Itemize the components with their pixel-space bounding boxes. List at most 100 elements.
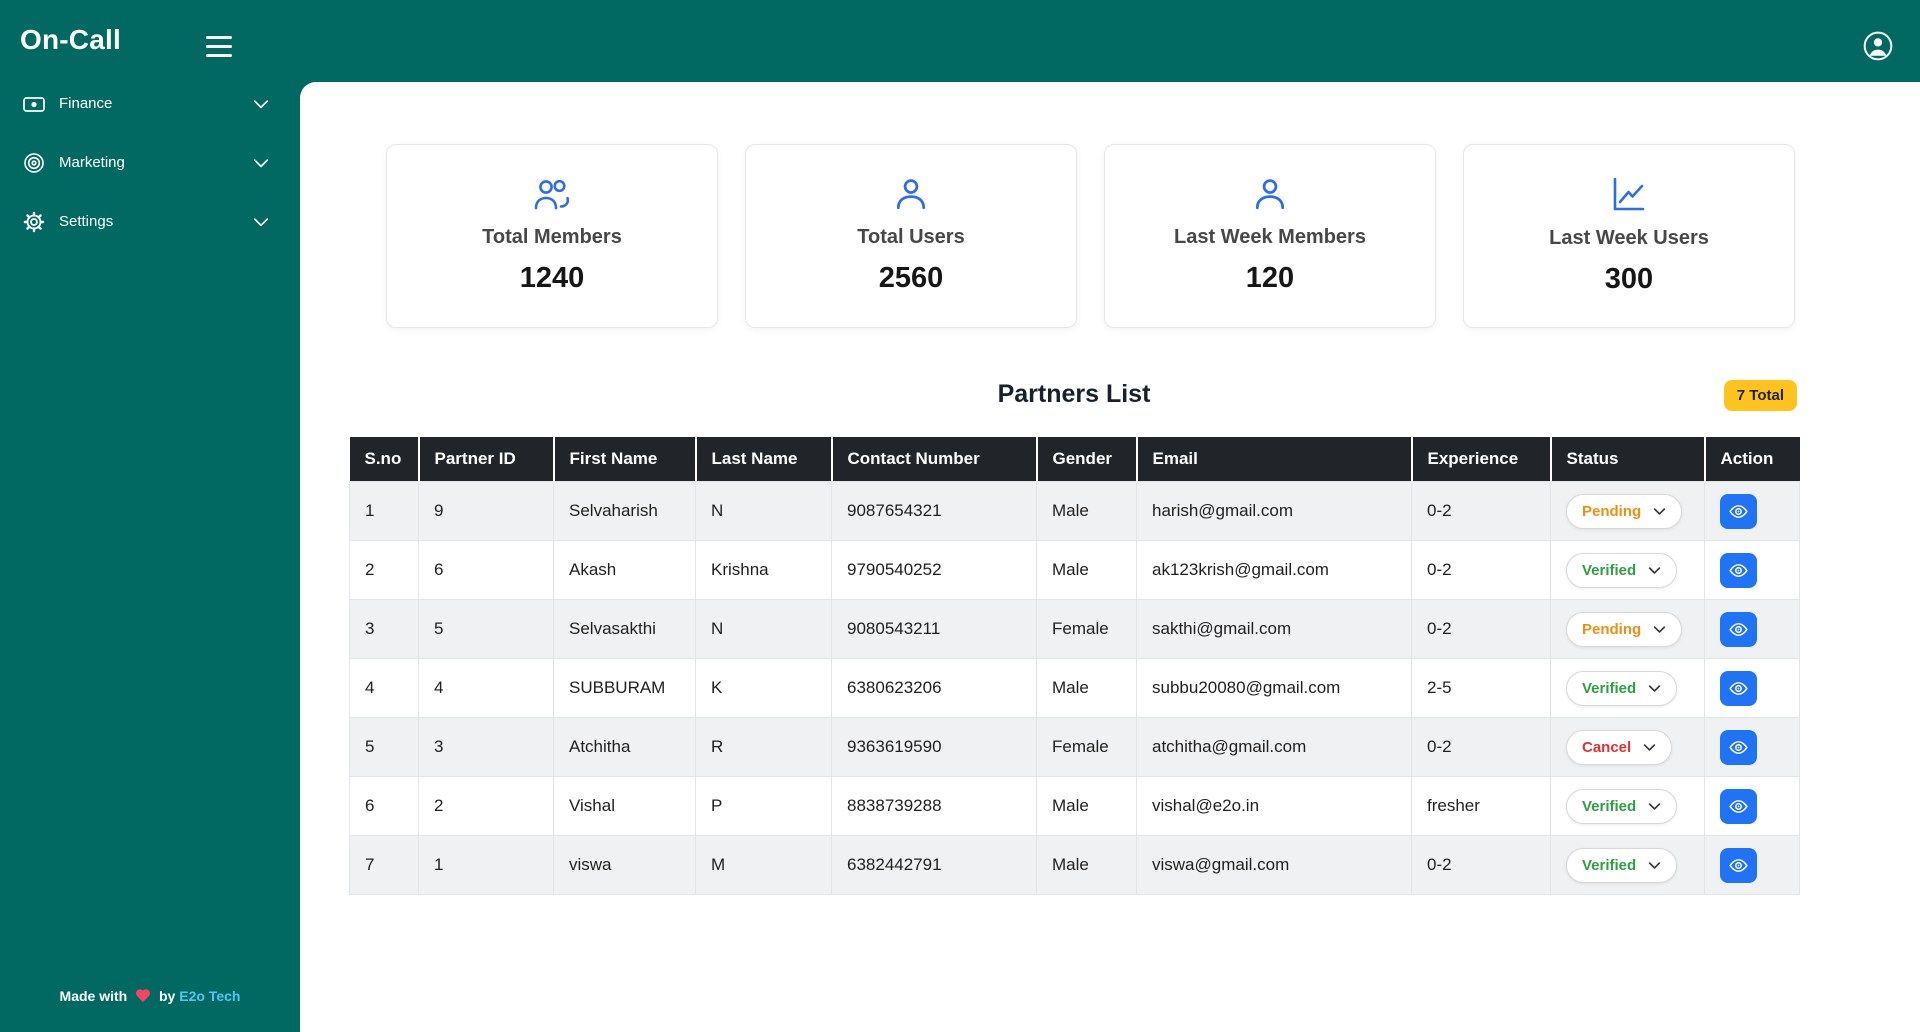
target-icon (22, 151, 48, 175)
person-circle-icon (1862, 30, 1894, 62)
sidebar-item-label: Settings (59, 213, 113, 230)
eye-icon (1728, 560, 1749, 581)
table-row: 35SelvasakthiN9080543211Femalesakthi@gma… (350, 600, 1800, 659)
sidebar-item-marketing[interactable]: Marketing (0, 133, 300, 192)
status-label: Verified (1582, 680, 1636, 697)
heart-icon (135, 988, 151, 1003)
stat-value: 1240 (520, 262, 585, 295)
cell-partner-id: 3 (419, 718, 554, 777)
cell-last-name: M (696, 836, 832, 895)
sidebar-footer: Made with by E2o Tech (0, 988, 300, 1004)
table-header: S.no Partner ID First Name Last Name Con… (350, 437, 1800, 482)
user-avatar-button[interactable] (1862, 30, 1894, 67)
company-link[interactable]: E2o Tech (179, 988, 240, 1004)
status-label: Pending (1582, 503, 1641, 520)
status-label: Verified (1582, 798, 1636, 815)
partners-list-header: Partners List 7 Total (349, 380, 1799, 422)
view-button[interactable] (1720, 671, 1757, 706)
cell-action (1705, 836, 1800, 895)
stat-card-last-week-members: Last Week Members 120 (1104, 144, 1436, 328)
cell-contact-number: 9790540252 (832, 541, 1037, 600)
cell-email: atchitha@gmail.com (1137, 718, 1412, 777)
cell-last-name: R (696, 718, 832, 777)
cell-contact-number: 6382442791 (832, 836, 1037, 895)
status-select[interactable]: Verified (1566, 789, 1677, 824)
cell-experience: 0-2 (1412, 482, 1551, 541)
cell-gender: Male (1037, 541, 1137, 600)
sidebar-item-finance[interactable]: Finance (0, 74, 300, 133)
made-with-text: Made with (60, 988, 128, 1004)
status-select[interactable]: Verified (1566, 553, 1677, 588)
sidebar-item-label: Finance (59, 95, 112, 112)
hamburger-icon (206, 36, 232, 39)
total-count-badge: 7 Total (1724, 380, 1797, 411)
stat-label: Total Users (857, 226, 964, 249)
status-select[interactable]: Verified (1566, 671, 1677, 706)
cell-gender: Male (1037, 777, 1137, 836)
table-row: 19SelvaharishN9087654321Maleharish@gmail… (350, 482, 1800, 541)
person-icon (893, 177, 929, 213)
eye-icon (1728, 501, 1749, 522)
cell-partner-id: 5 (419, 600, 554, 659)
cell-last-name: N (696, 482, 832, 541)
stat-card-last-week-users: Last Week Users 300 (1463, 144, 1795, 328)
status-select[interactable]: Pending (1566, 612, 1682, 647)
cash-icon (22, 92, 48, 116)
cell-partner-id: 4 (419, 659, 554, 718)
stat-value: 2560 (879, 262, 944, 295)
status-select[interactable]: Pending (1566, 494, 1682, 529)
chevron-down-icon (1648, 564, 1661, 577)
cell-contact-number: 8838739288 (832, 777, 1037, 836)
cell-status: Verified (1551, 659, 1705, 718)
status-select[interactable]: Verified (1566, 848, 1677, 883)
cell-email: ak123krish@gmail.com (1137, 541, 1412, 600)
cell-first-name: viswa (554, 836, 696, 895)
view-button[interactable] (1720, 494, 1757, 529)
table-row: 26AkashKrishna9790540252Maleak123krish@g… (350, 541, 1800, 600)
col-contact-number: Contact Number (832, 437, 1037, 482)
chevron-down-icon (1648, 682, 1661, 695)
page-title: Partners List (349, 380, 1799, 409)
eye-icon (1728, 737, 1749, 758)
chevron-down-icon (1653, 623, 1666, 636)
cell-partner-id: 9 (419, 482, 554, 541)
cell-gender: Female (1037, 718, 1137, 777)
eye-icon (1728, 855, 1749, 876)
cell-contact-number: 6380623206 (832, 659, 1037, 718)
cell-contact-number: 9363619590 (832, 718, 1037, 777)
cell-email: sakthi@gmail.com (1137, 600, 1412, 659)
col-experience: Experience (1412, 437, 1551, 482)
view-button[interactable] (1720, 612, 1757, 647)
chevron-down-icon (252, 213, 270, 231)
cell-action (1705, 541, 1800, 600)
view-button[interactable] (1720, 553, 1757, 588)
cell-last-name: K (696, 659, 832, 718)
cell-contact-number: 9080543211 (832, 600, 1037, 659)
cell-partner-id: 6 (419, 541, 554, 600)
status-select[interactable]: Cancel (1566, 730, 1672, 765)
app-brand: On-Call (20, 24, 121, 56)
status-label: Verified (1582, 562, 1636, 579)
sidebar-item-settings[interactable]: Settings (0, 192, 300, 251)
gear-icon (22, 210, 48, 234)
sidebar-nav: Finance Marketing Settings (0, 74, 300, 251)
person-icon (1252, 177, 1288, 213)
cell-action (1705, 600, 1800, 659)
cell-experience: 0-2 (1412, 541, 1551, 600)
eye-icon (1728, 796, 1749, 817)
view-button[interactable] (1720, 848, 1757, 883)
view-button[interactable] (1720, 730, 1757, 765)
by-text: by (159, 988, 175, 1004)
table-row: 44SUBBURAMK6380623206Malesubbu20080@gmai… (350, 659, 1800, 718)
cell-action (1705, 659, 1800, 718)
sidebar-item-label: Marketing (59, 154, 125, 171)
view-button[interactable] (1720, 789, 1757, 824)
people-icon (530, 177, 574, 213)
cell-gender: Female (1037, 600, 1137, 659)
partners-table: S.no Partner ID First Name Last Name Con… (349, 437, 1799, 895)
cell-email: harish@gmail.com (1137, 482, 1412, 541)
cell-first-name: Vishal (554, 777, 696, 836)
menu-toggle-button[interactable] (206, 36, 232, 57)
table-row: 53AtchithaR9363619590Femaleatchitha@gmai… (350, 718, 1800, 777)
cell-status: Cancel (1551, 718, 1705, 777)
